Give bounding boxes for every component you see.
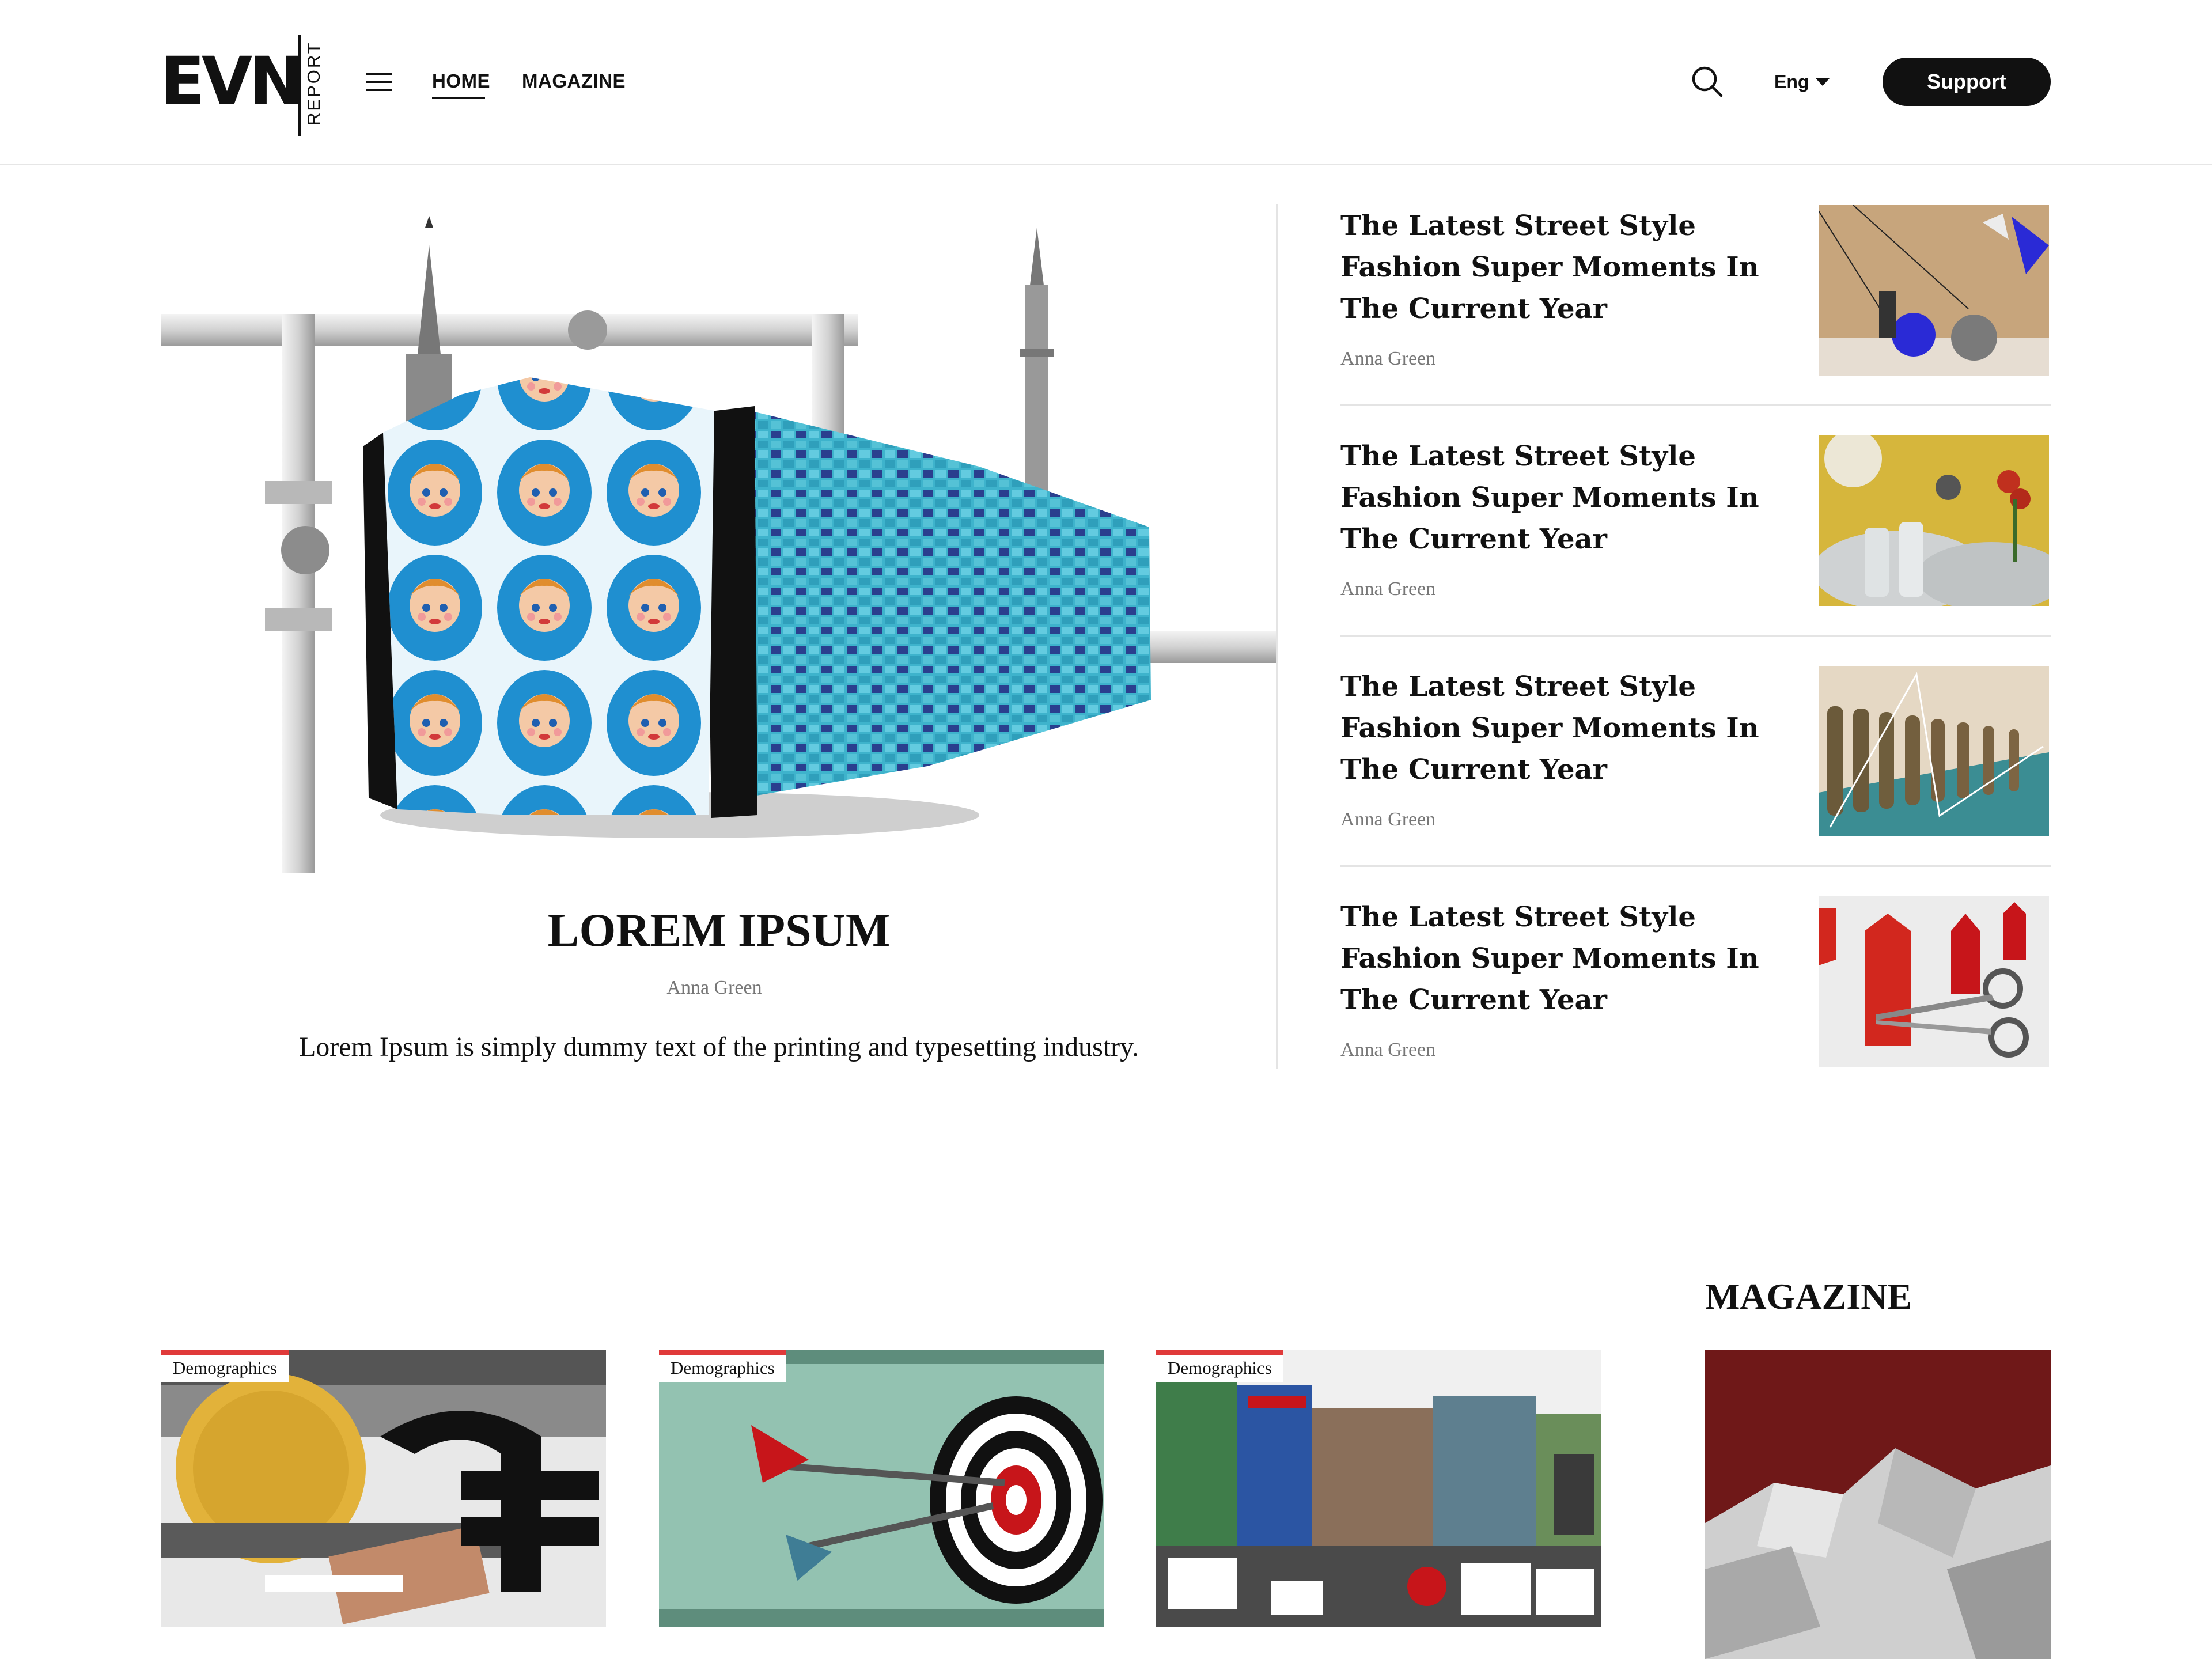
side-separator bbox=[1340, 635, 2051, 637]
category-tag[interactable]: Demographics bbox=[161, 1350, 289, 1382]
language-selector[interactable]: Eng bbox=[1774, 71, 1809, 93]
site-header: EVN REPORT HOME MAGAZINE Eng Support bbox=[0, 0, 2212, 165]
card-image bbox=[161, 1350, 606, 1627]
side-article-title[interactable]: The Latest Street Style Fashion Super Mo… bbox=[1340, 435, 1778, 560]
side-article-author[interactable]: Anna Green bbox=[1340, 578, 1435, 600]
side-article[interactable]: The Latest Street Style Fashion Super Mo… bbox=[1340, 205, 2051, 378]
article-card[interactable]: Demographics bbox=[161, 1350, 606, 1627]
article-card[interactable]: Demographics bbox=[1156, 1350, 1601, 1627]
logo-evn[interactable]: EVN bbox=[160, 48, 304, 114]
category-tag[interactable]: Demographics bbox=[1156, 1350, 1283, 1382]
magazine-title[interactable]: MAGAZINE bbox=[1705, 1275, 1912, 1318]
side-article-title[interactable]: The Latest Street Style Fashion Super Mo… bbox=[1340, 205, 1778, 329]
article-card[interactable]: Demographics bbox=[659, 1350, 1104, 1627]
side-article-thumbnail[interactable] bbox=[1819, 435, 2049, 606]
hamburger-icon[interactable] bbox=[366, 73, 392, 91]
magazine-cover[interactable] bbox=[1705, 1350, 2051, 1659]
side-article-thumbnail[interactable] bbox=[1819, 896, 2049, 1067]
search-icon[interactable] bbox=[1690, 65, 1725, 99]
hero-description: Lorem Ipsum is simply dummy text of the … bbox=[298, 1032, 1139, 1062]
nav-magazine[interactable]: MAGAZINE bbox=[522, 70, 626, 92]
hero-image[interactable] bbox=[161, 204, 1277, 873]
logo-divider bbox=[298, 35, 301, 136]
side-article-thumbnail[interactable] bbox=[1819, 205, 2049, 376]
card-image bbox=[659, 1350, 1104, 1627]
side-article-title[interactable]: The Latest Street Style Fashion Super Mo… bbox=[1340, 896, 1778, 1021]
side-article-author[interactable]: Anna Green bbox=[1340, 809, 1435, 831]
side-article-author[interactable]: Anna Green bbox=[1340, 1039, 1435, 1061]
nav-home[interactable]: HOME bbox=[432, 70, 490, 92]
hero-title[interactable]: LOREM IPSUM bbox=[161, 904, 1277, 956]
nav-active-underline bbox=[432, 97, 485, 99]
logo-report[interactable]: REPORT bbox=[304, 41, 324, 126]
hero-author[interactable]: Anna Green bbox=[161, 977, 1267, 999]
side-article[interactable]: The Latest Street Style Fashion Super Mo… bbox=[1340, 666, 2051, 839]
side-separator bbox=[1340, 404, 2051, 406]
side-article[interactable]: The Latest Street Style Fashion Super Mo… bbox=[1340, 435, 2051, 608]
category-tag[interactable]: Demographics bbox=[659, 1350, 786, 1382]
caret-down-icon[interactable] bbox=[1816, 78, 1830, 86]
card-image bbox=[1156, 1350, 1601, 1627]
side-article-author[interactable]: Anna Green bbox=[1340, 348, 1435, 370]
side-article-title[interactable]: The Latest Street Style Fashion Super Mo… bbox=[1340, 666, 1778, 790]
support-button[interactable]: Support bbox=[1883, 58, 2051, 106]
side-article[interactable]: The Latest Street Style Fashion Super Mo… bbox=[1340, 896, 2051, 1069]
side-separator bbox=[1340, 865, 2051, 867]
side-article-thumbnail[interactable] bbox=[1819, 666, 2049, 836]
